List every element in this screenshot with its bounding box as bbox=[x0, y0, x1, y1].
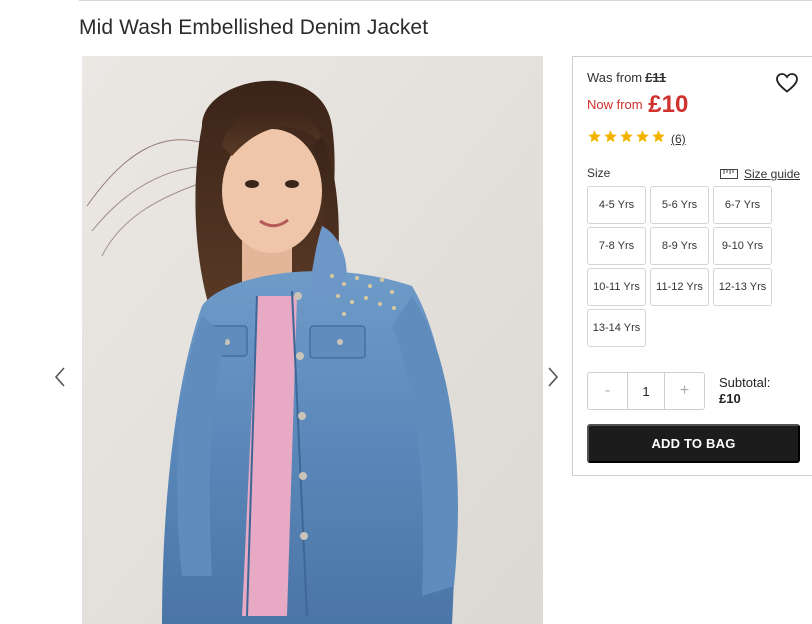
size-option-button[interactable]: 13-14 Yrs bbox=[587, 309, 646, 347]
was-price-line: Was from £11 bbox=[587, 70, 666, 85]
ruler-icon bbox=[720, 169, 738, 179]
size-guide-label: Size guide bbox=[744, 167, 801, 181]
size-option-button[interactable]: 4-5 Yrs bbox=[587, 186, 646, 224]
now-price: £10 bbox=[648, 91, 689, 118]
size-option-button[interactable]: 9-10 Yrs bbox=[713, 227, 772, 265]
star-icon bbox=[619, 129, 634, 149]
subtotal-label: Subtotal: bbox=[719, 375, 771, 390]
now-price-line: Now from £10 bbox=[587, 91, 688, 119]
quantity-decrease-button[interactable]: - bbox=[588, 373, 627, 409]
star-rating bbox=[587, 129, 666, 149]
star-icon bbox=[635, 129, 650, 149]
star-icon bbox=[587, 129, 602, 149]
was-price: £11 bbox=[645, 70, 667, 85]
subtotal-amount: £10 bbox=[719, 391, 741, 406]
heart-icon bbox=[776, 73, 798, 93]
quantity-increase-button[interactable]: + bbox=[665, 373, 704, 409]
chevron-left-icon bbox=[54, 367, 65, 387]
size-option-button[interactable]: 12-13 Yrs bbox=[713, 268, 772, 306]
gallery-next-button[interactable] bbox=[545, 365, 561, 389]
size-option-button[interactable]: 7-8 Yrs bbox=[587, 227, 646, 265]
purchase-panel: Was from £11 Now from £10 (6) Size Size g… bbox=[572, 56, 812, 476]
product-image[interactable] bbox=[82, 56, 543, 624]
size-option-button[interactable]: 10-11 Yrs bbox=[587, 268, 646, 306]
product-rating: (6) bbox=[587, 129, 686, 149]
star-icon bbox=[603, 129, 618, 149]
quantity-input[interactable]: 1 bbox=[627, 373, 665, 409]
size-option-button[interactable]: 5-6 Yrs bbox=[650, 186, 709, 224]
product-photo-illustration bbox=[82, 56, 543, 624]
chevron-right-icon bbox=[548, 367, 559, 387]
was-label: Was from bbox=[587, 70, 643, 85]
size-option-button[interactable]: 6-7 Yrs bbox=[713, 186, 772, 224]
product-title: Mid Wash Embellished Denim Jacket bbox=[79, 16, 429, 39]
star-icon bbox=[651, 129, 666, 149]
top-divider bbox=[79, 0, 812, 1]
wishlist-button[interactable] bbox=[775, 71, 799, 95]
subtotal: Subtotal: £10 bbox=[719, 375, 770, 407]
quantity-stepper: - 1 + bbox=[587, 372, 705, 410]
now-label: Now from bbox=[587, 97, 643, 112]
size-guide-link[interactable]: Size guide bbox=[720, 167, 800, 181]
size-label: Size bbox=[587, 166, 611, 180]
size-option-button[interactable]: 8-9 Yrs bbox=[650, 227, 709, 265]
add-to-bag-button[interactable]: ADD TO BAG bbox=[587, 424, 800, 463]
size-option-button[interactable]: 11-12 Yrs bbox=[650, 268, 709, 306]
size-options: 4-5 Yrs 5-6 Yrs 6-7 Yrs 7-8 Yrs 8-9 Yrs 9-10 … bbox=[587, 186, 777, 347]
gallery-prev-button[interactable] bbox=[52, 365, 68, 389]
review-count-link[interactable]: (6) bbox=[671, 132, 686, 146]
